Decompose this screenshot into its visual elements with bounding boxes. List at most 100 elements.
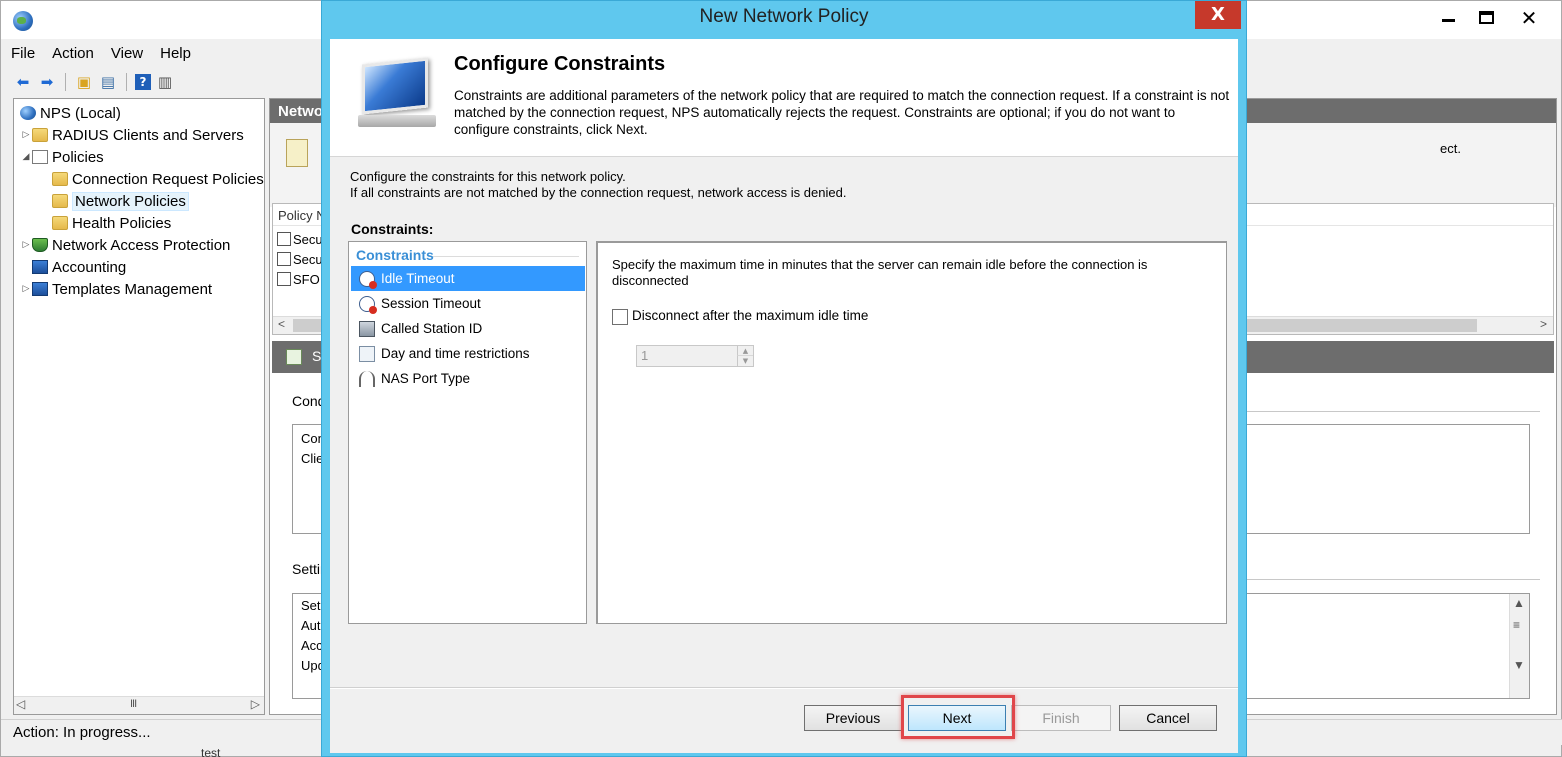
expand-icon[interactable]: ▷: [20, 130, 32, 140]
scroll-grip-icon[interactable]: III: [130, 698, 137, 710]
tree-item-connection-request-policies[interactable]: Connection Request Policies: [52, 168, 264, 190]
menu-help[interactable]: Help: [160, 45, 191, 65]
heading-divider: [433, 256, 579, 257]
spinner-value: 1: [641, 348, 649, 363]
spinner-down-icon[interactable]: ▼: [737, 356, 753, 366]
folder-icon: [52, 216, 68, 230]
up-folder-icon[interactable]: ▣: [74, 72, 94, 92]
constraint-settings-panel: Specify the maximum time in minutes that…: [596, 241, 1227, 624]
tree-item-label: Health Policies: [72, 214, 172, 232]
minimize-button[interactable]: [1429, 5, 1469, 31]
policy-name: Secu: [293, 251, 323, 267]
constraint-label: Called Station ID: [381, 321, 483, 336]
policies-icon: [32, 150, 48, 164]
tree-horizontal-scrollbar[interactable]: ◁ III ▷: [14, 696, 264, 714]
menu-view[interactable]: View: [111, 45, 143, 65]
tree-item-label: Templates Management: [52, 280, 213, 298]
settings-vertical-scrollbar[interactable]: ▲ ≡ ▼: [1509, 594, 1529, 698]
constraint-idle-timeout[interactable]: Idle Timeout: [351, 266, 585, 291]
scroll-right-icon[interactable]: ▷: [251, 697, 260, 711]
constraint-day-and-time[interactable]: Day and time restrictions: [351, 341, 585, 366]
tree-item-label: Network Access Protection: [52, 236, 231, 254]
phone-icon: [359, 320, 375, 337]
tree-item-templates-management[interactable]: ▷ Templates Management: [20, 278, 213, 300]
intro-text: Configure the constraints for this netwo…: [350, 169, 846, 201]
scroll-left-icon[interactable]: ◁: [16, 697, 25, 711]
policy-icon: [277, 252, 291, 266]
show-hide-tree-icon[interactable]: ▤: [98, 72, 118, 92]
forward-arrow-icon[interactable]: ➡: [37, 72, 57, 92]
back-arrow-icon[interactable]: ⬅: [13, 72, 33, 92]
network-policies-icon: [52, 194, 68, 208]
new-network-policy-dialog: New Network Policy X Configure Constrain…: [321, 0, 1247, 757]
intro-line: If all constraints are not matched by th…: [350, 185, 847, 200]
calendar-clock-icon: [359, 345, 375, 362]
tree-item-radius[interactable]: ▷ RADIUS Clients and Servers: [20, 124, 244, 146]
tree-item-policies[interactable]: ◢ Policies: [20, 146, 104, 168]
folder-icon: [32, 128, 48, 142]
next-button[interactable]: Next: [908, 705, 1006, 731]
constraint-session-timeout[interactable]: Session Timeout: [351, 291, 585, 316]
expand-icon[interactable]: ▷: [20, 284, 32, 294]
constraint-label: Session Timeout: [381, 296, 481, 311]
scroll-left-icon[interactable]: <: [278, 317, 285, 331]
tree-item-accounting[interactable]: Accounting: [32, 256, 126, 278]
page-description: Constraints are additional parameters of…: [454, 88, 1230, 137]
policy-icon: [277, 272, 291, 286]
previous-button[interactable]: Previous: [804, 705, 902, 731]
taskbar-peek-text: test: [201, 746, 221, 757]
tree-item-label: Network Policies: [72, 191, 189, 211]
policy-name: Secu: [293, 231, 323, 247]
tree-item-network-policies[interactable]: Network Policies: [52, 190, 189, 212]
disconnect-idle-checkbox[interactable]: [612, 309, 628, 325]
status-text: Action: In progress...: [13, 724, 151, 741]
scroll-grip-icon[interactable]: ≡: [1513, 618, 1520, 632]
constraint-called-station-id[interactable]: Called Station ID: [351, 316, 585, 341]
nap-icon: [32, 238, 48, 252]
table-row[interactable]: SFO: [277, 269, 320, 289]
intro-line: Configure the constraints for this netwo…: [350, 169, 626, 184]
table-row[interactable]: Secu: [277, 249, 323, 269]
toolbar-separator: [65, 73, 66, 91]
close-button[interactable]: ✕: [1509, 5, 1549, 31]
maximize-button[interactable]: [1467, 5, 1507, 31]
collapse-icon[interactable]: ◢: [20, 152, 32, 162]
tree-item-health-policies[interactable]: Health Policies: [52, 212, 171, 234]
constraints-label: Constraints:: [351, 221, 434, 237]
accounting-icon: [32, 260, 48, 274]
action-pane-icon[interactable]: ▥: [155, 72, 175, 92]
tree-item-nps-root[interactable]: NPS (Local): [20, 102, 121, 124]
scroll-up-icon[interactable]: ▲: [1513, 596, 1525, 610]
scroll-right-icon[interactable]: >: [1540, 317, 1547, 331]
templates-icon: [32, 282, 48, 296]
dialog-close-button[interactable]: X: [1195, 1, 1241, 29]
table-row[interactable]: Secu: [277, 229, 323, 249]
disconnect-idle-checkbox-label[interactable]: Disconnect after the maximum idle time: [632, 308, 868, 323]
scroll-down-icon[interactable]: ▼: [1513, 658, 1525, 672]
page-title: Configure Constraints: [454, 53, 666, 75]
idle-minutes-spinner[interactable]: 1 ▲ ▼: [636, 345, 754, 367]
cancel-button[interactable]: Cancel: [1119, 705, 1217, 731]
nps-icon: [20, 106, 36, 120]
toolbar: ⬅ ➡ ▣ ▤ ? ▥: [13, 71, 175, 93]
policy-status-icon: [286, 349, 302, 365]
constraints-list-heading: Constraints: [356, 247, 434, 263]
list-item: Set: [301, 598, 321, 613]
constraint-label: NAS Port Type: [381, 371, 471, 386]
tree-item-label: Policies: [52, 148, 104, 166]
menu-action[interactable]: Action: [52, 45, 94, 65]
monitor-base: [358, 115, 436, 127]
policy-scroll-icon: [286, 139, 308, 167]
spinner-up-icon[interactable]: ▲: [737, 346, 753, 356]
maximize-icon: [1479, 11, 1494, 24]
expand-icon[interactable]: ▷: [20, 240, 32, 250]
help-icon[interactable]: ?: [135, 74, 151, 90]
description-tail: ect.: [1440, 141, 1461, 156]
tree-item-network-access-protection[interactable]: ▷ Network Access Protection: [20, 234, 231, 256]
dialog-title: New Network Policy: [699, 6, 869, 27]
folder-icon: [52, 172, 68, 186]
menu-bar: File Action View Help: [11, 45, 191, 65]
menu-file[interactable]: File: [11, 45, 35, 65]
constraint-nas-port-type[interactable]: NAS Port Type: [351, 366, 585, 391]
policy-icon: [277, 232, 291, 246]
